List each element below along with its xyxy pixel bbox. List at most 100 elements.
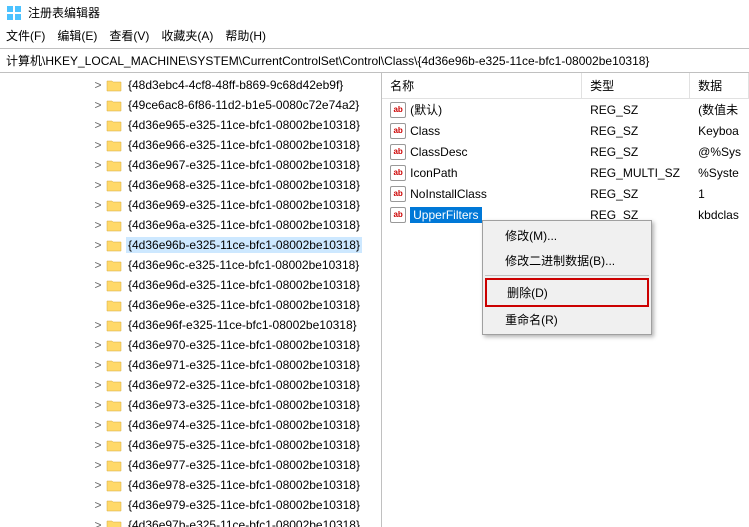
chevron-right-icon[interactable]: > <box>92 418 104 432</box>
values-pane[interactable]: 名称 类型 数据 ab(默认)REG_SZ(数值未abClassREG_SZKe… <box>381 73 749 527</box>
chevron-right-icon[interactable]: > <box>92 238 104 252</box>
tree-item[interactable]: >{4d36e969-e325-11ce-bfc1-08002be10318} <box>0 195 381 215</box>
chevron-right-icon[interactable]: > <box>92 478 104 492</box>
col-header-name[interactable]: 名称 <box>382 73 582 98</box>
value-data: %Syste <box>690 165 749 181</box>
folder-icon <box>106 418 122 432</box>
tree-item[interactable]: >{4d36e970-e325-11ce-bfc1-08002be10318} <box>0 335 381 355</box>
tree-item[interactable]: >{4d36e96b-e325-11ce-bfc1-08002be10318} <box>0 235 381 255</box>
tree-item[interactable]: >{4d36e965-e325-11ce-bfc1-08002be10318} <box>0 115 381 135</box>
chevron-right-icon[interactable]: > <box>92 218 104 232</box>
chevron-right-icon[interactable]: > <box>92 278 104 292</box>
folder-icon <box>106 358 122 372</box>
tree-pane[interactable]: >{48d3ebc4-4cf8-48ff-b869-9c68d42eb9f}>{… <box>0 73 381 527</box>
value-type: REG_SZ <box>582 102 690 118</box>
chevron-right-icon[interactable]: > <box>92 198 104 212</box>
value-data: Keyboa <box>690 123 749 139</box>
title-bar: 注册表编辑器 <box>0 0 749 25</box>
string-value-icon: ab <box>390 144 406 160</box>
menu-edit[interactable]: 编辑(E) <box>57 27 97 44</box>
tree-item-label: {4d36e96c-e325-11ce-bfc1-08002be10318} <box>126 257 361 273</box>
menu-view[interactable]: 查看(V) <box>109 27 149 44</box>
folder-icon <box>106 238 122 252</box>
chevron-right-icon[interactable]: > <box>92 438 104 452</box>
chevron-right-icon[interactable]: > <box>92 358 104 372</box>
chevron-right-icon[interactable]: > <box>92 458 104 472</box>
value-data: (数值未 <box>690 100 749 119</box>
tree-item[interactable]: >{4d36e968-e325-11ce-bfc1-08002be10318} <box>0 175 381 195</box>
value-data: 1 <box>690 186 749 202</box>
chevron-right-icon[interactable]: > <box>92 78 104 92</box>
chevron-right-icon[interactable]: > <box>92 378 104 392</box>
tree-item[interactable]: >{4d36e974-e325-11ce-bfc1-08002be10318} <box>0 415 381 435</box>
tree-item[interactable]: >{4d36e971-e325-11ce-bfc1-08002be10318} <box>0 355 381 375</box>
tree-item[interactable]: >{4d36e96d-e325-11ce-bfc1-08002be10318} <box>0 275 381 295</box>
tree-item[interactable]: >{4d36e972-e325-11ce-bfc1-08002be10318} <box>0 375 381 395</box>
tree-item[interactable]: > {4d36e975-e325-11ce-bfc1-08002be10318} <box>0 435 381 455</box>
string-value-icon: ab <box>390 207 406 223</box>
menu-file[interactable]: 文件(F) <box>6 27 45 44</box>
value-name: IconPath <box>410 166 457 180</box>
tree-item-label: {4d36e973-e325-11ce-bfc1-08002be10318} <box>126 397 362 413</box>
col-header-data[interactable]: 数据 <box>690 73 749 98</box>
menu-favorites[interactable]: 收藏夹(A) <box>161 27 213 44</box>
tree-item[interactable]: > {48d3ebc4-4cf8-48ff-b869-9c68d42eb9f} <box>0 75 381 95</box>
value-row[interactable]: abClassREG_SZKeyboa <box>382 120 749 141</box>
tree-item-label: {48d3ebc4-4cf8-48ff-b869-9c68d42eb9f} <box>126 77 345 93</box>
chevron-right-icon[interactable]: > <box>92 118 104 132</box>
tree-item-label: {4d36e978-e325-11ce-bfc1-08002be10318} <box>126 477 362 493</box>
address-bar[interactable]: 计算机\HKEY_LOCAL_MACHINE\SYSTEM\CurrentCon… <box>0 48 749 73</box>
ctx-delete[interactable]: 删除(D) <box>485 278 649 307</box>
folder-icon <box>106 118 122 132</box>
folder-icon <box>106 458 122 472</box>
string-value-icon: ab <box>390 123 406 139</box>
tree-item-label: {4d36e975-e325-11ce-bfc1-08002be10318} <box>126 437 362 453</box>
ctx-rename[interactable]: 重命名(R) <box>485 307 649 332</box>
value-type: REG_SZ <box>582 144 690 160</box>
folder-icon <box>106 158 122 172</box>
tree-item[interactable]: >{4d36e979-e325-11ce-bfc1-08002be10318} <box>0 495 381 515</box>
ctx-separator <box>485 275 649 276</box>
tree-item-label: {4d36e96a-e325-11ce-bfc1-08002be10318} <box>126 217 362 233</box>
value-row[interactable]: abClassDescREG_SZ@%Sys <box>382 141 749 162</box>
chevron-right-icon[interactable]: > <box>92 138 104 152</box>
folder-icon <box>106 78 122 92</box>
folder-icon <box>106 498 122 512</box>
menu-help[interactable]: 帮助(H) <box>225 27 266 44</box>
folder-icon <box>106 478 122 492</box>
value-row[interactable]: abNoInstallClassREG_SZ1 <box>382 183 749 204</box>
tree-item[interactable]: > {4d36e977-e325-11ce-bfc1-08002be10318} <box>0 455 381 475</box>
chevron-right-icon[interactable]: > <box>92 178 104 192</box>
tree-item-label: {4d36e966-e325-11ce-bfc1-08002be10318} <box>126 137 362 153</box>
chevron-right-icon[interactable]: > <box>92 498 104 512</box>
string-value-icon: ab <box>390 186 406 202</box>
tree-item-label: {4d36e977-e325-11ce-bfc1-08002be10318} <box>126 457 362 473</box>
value-name: UpperFilters <box>410 207 481 223</box>
folder-icon <box>106 278 122 292</box>
ctx-modify[interactable]: 修改(M)... <box>485 223 649 248</box>
tree-item[interactable]: > {4d36e978-e325-11ce-bfc1-08002be10318} <box>0 475 381 495</box>
folder-icon <box>106 138 122 152</box>
tree-item[interactable]: > {4d36e973-e325-11ce-bfc1-08002be10318} <box>0 395 381 415</box>
values-header: 名称 类型 数据 <box>382 73 749 99</box>
chevron-right-icon[interactable]: > <box>92 258 104 272</box>
chevron-right-icon[interactable]: > <box>92 98 104 112</box>
value-row[interactable]: ab IconPath REG_MULTI_SZ%Syste <box>382 162 749 183</box>
value-type: REG_MULTI_SZ <box>582 165 690 181</box>
chevron-right-icon[interactable]: > <box>92 338 104 352</box>
tree-item[interactable]: {4d36e96e-e325-11ce-bfc1-08002be10318} <box>0 295 381 315</box>
tree-item[interactable]: >{4d36e967-e325-11ce-bfc1-08002be10318} <box>0 155 381 175</box>
string-value-icon: ab <box>390 165 406 181</box>
chevron-right-icon[interactable]: > <box>92 158 104 172</box>
chevron-right-icon[interactable]: > <box>92 398 104 412</box>
tree-item[interactable]: > {4d36e96c-e325-11ce-bfc1-08002be10318} <box>0 255 381 275</box>
tree-item[interactable]: >{4d36e96f-e325-11ce-bfc1-08002be10318} <box>0 315 381 335</box>
ctx-modify-binary[interactable]: 修改二进制数据(B)... <box>485 248 649 273</box>
chevron-right-icon[interactable]: > <box>92 318 104 332</box>
tree-item[interactable]: >{4d36e97b-e325-11ce-bfc1-08002be10318} <box>0 515 381 527</box>
tree-item[interactable]: >{49ce6ac8-6f86-11d2-b1e5-0080c72e74a2} <box>0 95 381 115</box>
col-header-type[interactable]: 类型 <box>582 73 690 98</box>
value-row[interactable]: ab(默认)REG_SZ(数值未 <box>382 99 749 120</box>
tree-item[interactable]: > {4d36e96a-e325-11ce-bfc1-08002be10318} <box>0 215 381 235</box>
tree-item[interactable]: > {4d36e966-e325-11ce-bfc1-08002be10318} <box>0 135 381 155</box>
